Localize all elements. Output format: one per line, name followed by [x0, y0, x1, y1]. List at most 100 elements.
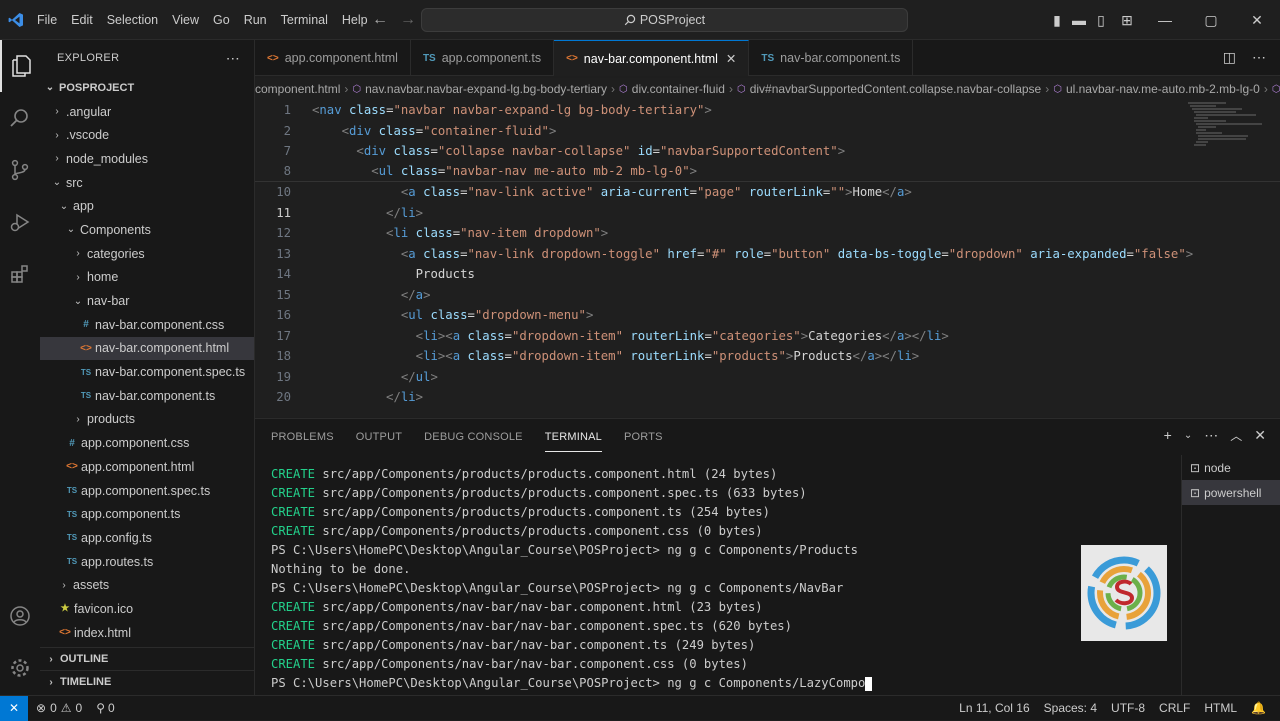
tab-app-component-html[interactable]: <> app.component.html — [255, 40, 411, 76]
folder-item[interactable]: › .vscode — [40, 123, 254, 147]
file-item[interactable]: <> nav-bar.component.html — [40, 336, 254, 361]
file-item[interactable]: # nav-bar.component.css — [40, 313, 254, 337]
close-tab-icon[interactable]: ✕ — [726, 51, 736, 66]
code-token: > — [911, 349, 920, 364]
chevron-down-icon[interactable]: ⌄ — [1184, 427, 1192, 445]
ports-indicator[interactable]: ⚲ 0 — [82, 701, 114, 715]
language-mode[interactable]: HTML — [1204, 701, 1237, 715]
accounts-icon[interactable] — [0, 590, 40, 642]
file-item[interactable]: <> index.html — [40, 621, 254, 645]
terminal-line: PS C:\Users\HomePC\Desktop\Angular_Cours… — [271, 579, 1171, 598]
menu-item-selection[interactable]: Selection — [100, 0, 165, 40]
run-debug-icon[interactable] — [0, 196, 40, 248]
breadcrumb-item[interactable]: nav.navbar.navbar-expand-lg.bg-body-tert… — [365, 82, 607, 96]
tab-nav-bar-component-ts[interactable]: TS nav-bar.component.ts — [749, 40, 914, 76]
new-terminal-icon[interactable]: + — [1164, 427, 1172, 445]
maximize-icon[interactable]: ▢ — [1188, 12, 1234, 29]
file-item[interactable]: TS nav-bar.component.spec.ts — [40, 360, 254, 384]
notifications-bell-icon[interactable]: 🔔 — [1251, 701, 1266, 715]
typescript-file-icon: TS — [66, 486, 78, 496]
folder-item[interactable]: ⌄ src — [40, 171, 254, 195]
explorer-icon[interactable] — [0, 40, 40, 92]
terminal-instance-node[interactable]: ⊡ node — [1182, 455, 1280, 480]
folder-item[interactable]: › node_modules — [40, 147, 254, 171]
forward-arrow-icon[interactable]: → — [400, 0, 416, 40]
back-arrow-icon[interactable]: ← — [372, 0, 388, 40]
toggle-panel-icon[interactable]: ▬ — [1068, 12, 1090, 28]
file-encoding[interactable]: UTF-8 — [1111, 701, 1145, 715]
toggle-secondary-sidebar-icon[interactable]: ▯ — [1090, 12, 1112, 29]
code-token: "products" — [711, 349, 786, 364]
timeline-section[interactable]: › TIMELINE — [40, 670, 255, 693]
end-of-line[interactable]: CRLF — [1159, 701, 1190, 715]
menu-item-run[interactable]: Run — [237, 0, 274, 40]
folder-item[interactable]: ⌄ nav-bar — [40, 289, 254, 313]
cursor-position[interactable]: Ln 11, Col 16 — [959, 701, 1030, 715]
file-item[interactable]: <> app.component.html — [40, 455, 254, 479]
menu-item-go[interactable]: Go — [206, 0, 237, 40]
manage-gear-icon[interactable] — [0, 642, 40, 694]
file-item[interactable]: TS nav-bar.component.ts — [40, 384, 254, 408]
menu-item-edit[interactable]: Edit — [64, 0, 100, 40]
panel-tab-problems[interactable]: PROBLEMS — [271, 423, 334, 451]
problems-indicator[interactable]: ⊗ 0 ⚠ 0 — [28, 701, 82, 715]
project-root[interactable]: ⌄ POSPROJECT — [40, 76, 254, 100]
toggle-primary-sidebar-icon[interactable]: ▮ — [1046, 12, 1068, 29]
menu-item-terminal[interactable]: Terminal — [274, 0, 335, 40]
extensions-icon[interactable] — [0, 248, 40, 300]
file-item[interactable]: # app.component.css — [40, 431, 254, 455]
code-editor[interactable]: 1 <nav class="navbar navbar-expand-lg bg-… — [255, 100, 1280, 417]
folder-item[interactable]: › .angular — [40, 100, 254, 124]
tab-nav-bar-component-html[interactable]: <> nav-bar.component.html ✕ — [554, 40, 750, 76]
terminal-output[interactable]: CREATE src/app/Components/products/produ… — [271, 465, 1171, 693]
close-window-icon[interactable]: ✕ — [1234, 12, 1280, 29]
more-actions-icon[interactable]: ⋯ — [1204, 427, 1218, 445]
file-item[interactable]: TS app.component.ts — [40, 502, 254, 526]
code-token: Home — [852, 185, 883, 200]
minimap[interactable] — [1186, 100, 1266, 160]
panel-tab-ports[interactable]: PORTS — [624, 423, 663, 451]
folder-item[interactable]: › home — [40, 266, 254, 290]
breadcrumb-item[interactable]: ul.navbar-nav.me-auto.mb-2.mb-lg-0 — [1066, 82, 1260, 96]
remote-indicator-icon[interactable]: ✕ — [0, 695, 28, 721]
error-count: 0 — [50, 701, 57, 715]
code-token: class — [393, 144, 431, 159]
folder-item[interactable]: ⌄ Components — [40, 218, 254, 242]
file-item[interactable]: TS app.config.ts — [40, 526, 254, 550]
customize-layout-icon[interactable]: ⊞ — [1112, 12, 1142, 29]
more-actions-icon[interactable]: ⋯ — [1252, 49, 1266, 66]
file-item[interactable]: ★ favicon.ico — [40, 597, 254, 621]
file-item[interactable]: TS app.component.spec.ts — [40, 479, 254, 503]
breadcrumb-item[interactable]: div#navbarSupportedContent.collapse.navb… — [750, 82, 1042, 96]
typescript-file-icon: TS — [80, 391, 92, 401]
editor-actions: ◫ ⋯ — [1223, 40, 1280, 75]
panel-tab-terminal[interactable]: TERMINAL — [544, 423, 602, 452]
terminal-instance-powershell[interactable]: ⊡ powershell — [1182, 480, 1280, 505]
minimize-icon[interactable]: — — [1142, 12, 1188, 28]
menu-item-file[interactable]: File — [30, 0, 64, 40]
close-panel-icon[interactable]: ✕ — [1254, 427, 1266, 445]
panel-tab-output[interactable]: OUTPUT — [356, 423, 402, 451]
more-actions-icon[interactable]: ⋯ — [226, 50, 240, 67]
menu-item-help[interactable]: Help — [335, 0, 375, 40]
source-control-icon[interactable] — [0, 144, 40, 196]
panel-tab-debug-console[interactable]: DEBUG CONSOLE — [424, 423, 523, 451]
folder-item[interactable]: › categories — [40, 242, 254, 266]
breadcrumb-item[interactable]: component.html — [255, 82, 340, 96]
file-item[interactable]: TS app.routes.ts — [40, 550, 254, 574]
code-token: = — [689, 185, 698, 200]
folder-item[interactable]: ⌄ app — [40, 194, 254, 218]
split-editor-icon[interactable]: ◫ — [1223, 49, 1236, 66]
breadcrumb-item[interactable]: div.container-fluid — [632, 82, 725, 96]
indentation[interactable]: Spaces: 4 — [1044, 701, 1097, 715]
search-view-icon[interactable] — [0, 92, 40, 144]
menu-item-view[interactable]: View — [165, 0, 206, 40]
outline-section[interactable]: › OUTLINE — [40, 647, 255, 670]
tab-app-component-ts[interactable]: TS app.component.ts — [411, 40, 555, 76]
maximize-panel-icon[interactable]: ︿ — [1230, 427, 1242, 445]
command-center-search[interactable]: POSProject — [421, 8, 908, 32]
folder-item[interactable]: › products — [40, 408, 254, 432]
folder-item[interactable]: › assets — [40, 573, 254, 597]
